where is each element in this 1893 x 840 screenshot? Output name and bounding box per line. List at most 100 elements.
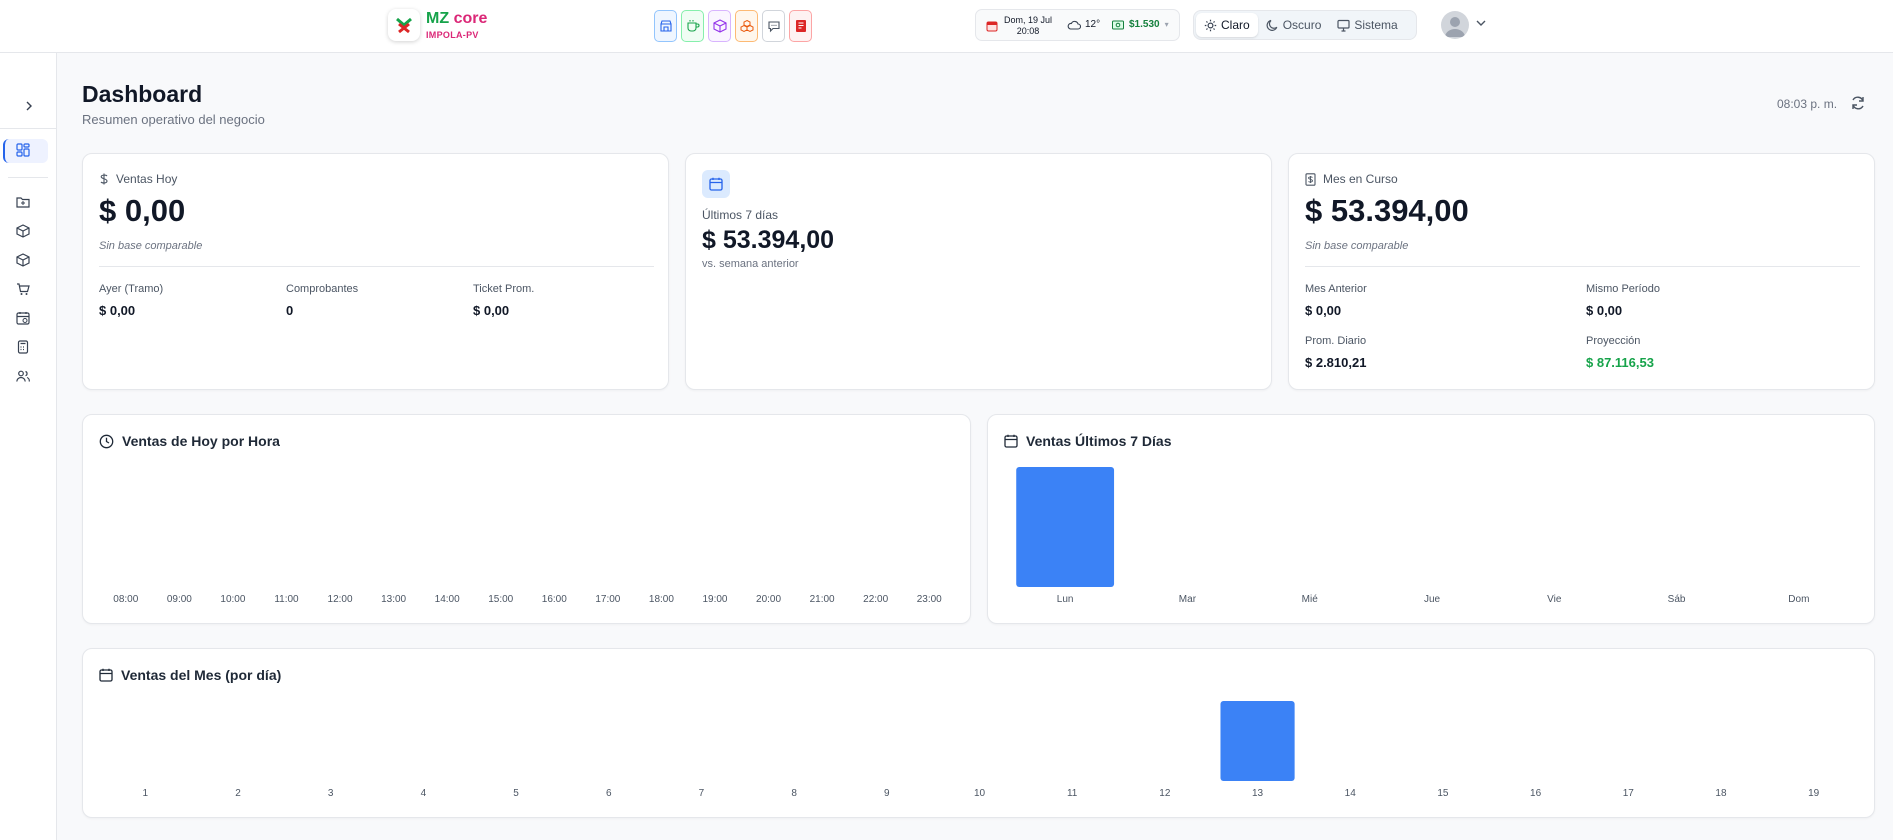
kpi-card-today: Ventas Hoy $ 0,00 Sin base comparable Ay… — [82, 153, 669, 390]
kpi-today-value: $ 0,00 — [99, 193, 186, 228]
stat-value: $ 0,00 — [473, 303, 510, 318]
stat-label: Proyección — [1586, 335, 1641, 347]
theme-light-button[interactable]: Claro — [1196, 13, 1258, 37]
kpi-month-value: $ 53.394,00 — [1305, 193, 1469, 228]
refresh-icon[interactable] — [1850, 95, 1866, 111]
tick-label: 21:00 — [810, 594, 835, 605]
tick-label: 2 — [235, 788, 241, 799]
tick-label: 6 — [606, 788, 612, 799]
bar-Lun[interactable] — [1016, 467, 1115, 587]
tick-label: 5 — [513, 788, 519, 799]
bar-13[interactable] — [1220, 701, 1295, 781]
tick-label: 08:00 — [113, 594, 138, 605]
brand-subtitle: IMPOLA-PV — [426, 30, 479, 40]
sun-icon — [1204, 19, 1217, 31]
quick-app-button-box[interactable] — [708, 10, 731, 42]
weekly-sales-chart: Lun Mar Mié Jue Vie Sáb Dom — [1016, 467, 1809, 605]
status-chip[interactable]: Dom, 19 Jul 20:08 12° $1.530 ▾ — [975, 9, 1180, 41]
stat-label: Mismo Período — [1586, 283, 1660, 295]
date-text: Dom, 19 Jul 20:08 — [1004, 15, 1053, 36]
sidebar-item-products[interactable] — [14, 222, 32, 240]
tick-label: 4 — [421, 788, 427, 799]
exchange-rate: $1.530 — [1129, 19, 1160, 30]
divider — [1305, 266, 1860, 267]
sidebar-toggle-button[interactable] — [0, 83, 57, 129]
boxes-icon — [740, 19, 753, 33]
page-title: Dashboard — [82, 81, 203, 107]
date-widget: Dom, 19 Jul 20:08 — [986, 15, 1052, 37]
exchange-widget: $1.530 ▾ — [1112, 19, 1169, 30]
user-avatar-icon — [1445, 17, 1465, 37]
tick-label: 16 — [1530, 788, 1542, 799]
quick-apps — [654, 10, 812, 42]
sidebar-item-users[interactable] — [14, 367, 32, 385]
tick-label: 12 — [1159, 788, 1171, 799]
dollar-icon — [100, 173, 108, 185]
tick-label: 18:00 — [649, 594, 674, 605]
store-icon — [659, 20, 672, 32]
kpi-today-label: Ventas Hoy — [99, 172, 177, 186]
moon-icon — [1266, 19, 1278, 31]
temperature: 12° — [1085, 19, 1101, 30]
calendar-icon — [709, 177, 723, 191]
calendar-clock-icon — [16, 312, 30, 325]
kpi-month-note: Sin base comparable — [1305, 240, 1409, 252]
tick-label: 10:00 — [220, 594, 245, 605]
tick-label: Jue — [1424, 594, 1441, 605]
sidebar-item-schedule[interactable] — [14, 309, 32, 327]
theme-system-button[interactable]: Sistema — [1329, 13, 1405, 37]
tick-label: 15 — [1437, 788, 1449, 799]
kpi-card-week: Últimos 7 días $ 53.394,00 vs. semana an… — [685, 153, 1272, 390]
tick-label: 13 — [1252, 788, 1264, 799]
app-logo[interactable] — [388, 9, 420, 41]
chevron-down-icon: ▾ — [1164, 20, 1169, 29]
top-bar: MZ core IMPOLA-PV Dom, 19 Jul 20:08 12° $… — [0, 0, 1893, 53]
stat-value: $ 2.810,21 — [1305, 355, 1367, 370]
sidebar-item-calculator[interactable] — [14, 338, 32, 356]
dashboard-icon — [16, 143, 30, 157]
theme-switcher: Claro Oscuro Sistema — [1193, 10, 1417, 40]
hourly-sales-chart: 08:00 09:00 10:00 11:00 12:00 13:00 14:00 15:00… — [113, 594, 942, 605]
chart-card-weekly: Ventas Últimos 7 Días Lun Mar Mié Jue Vie Sáb… — [987, 414, 1875, 624]
stat-value: 0 — [286, 303, 294, 318]
tick-label: 11:00 — [274, 594, 299, 605]
page-subtitle: Resumen operativo del negocio — [82, 112, 265, 127]
sidebar-item-dashboard[interactable] — [14, 141, 32, 159]
monthly-sales-chart: 1 2 3 4 5 6 7 8 9 10 11 12 13 14 15 16 17 18 19 — [143, 701, 1820, 799]
chevron-down-icon[interactable] — [1475, 17, 1487, 29]
quick-app-button-boxes[interactable] — [735, 10, 758, 42]
sidebar-item-inventory[interactable] — [14, 251, 32, 269]
tick-label: Sáb — [1668, 594, 1686, 605]
box-icon — [712, 19, 727, 33]
kpi-card-month: Mes en Curso $ 53.394,00 Sin base compar… — [1288, 153, 1875, 390]
sidebar-item-folder[interactable] — [14, 193, 32, 211]
stat-label: Mes Anterior — [1305, 283, 1367, 295]
quick-app-button-chat[interactable] — [762, 10, 785, 42]
logo-icon — [396, 17, 412, 34]
tick-label: 16:00 — [542, 594, 567, 605]
receipt-icon — [1305, 172, 1316, 186]
tick-label: 22:00 — [863, 594, 888, 605]
stat-value: $ 87.116,53 — [1586, 355, 1654, 370]
quick-app-button-coffee[interactable] — [681, 10, 704, 42]
kpi-today-note: Sin base comparable — [99, 240, 203, 252]
theme-dark-button[interactable]: Oscuro — [1258, 13, 1330, 37]
tick-label: Mar — [1179, 594, 1197, 605]
calendar-icon — [986, 21, 998, 32]
tick-label: 19:00 — [702, 594, 727, 605]
tick-label: 17 — [1623, 788, 1635, 799]
avatar[interactable] — [1441, 11, 1469, 39]
stat-label: Ticket Prom. — [473, 283, 535, 295]
kpi-week-note: vs. semana anterior — [702, 258, 799, 270]
brand-name: MZ core — [426, 10, 488, 27]
sidebar-item-sales[interactable] — [14, 280, 32, 298]
chevron-right-icon — [26, 101, 32, 110]
quick-app-button-receipt[interactable] — [789, 10, 812, 42]
tick-label: 9 — [884, 788, 890, 799]
cart-icon — [17, 283, 30, 295]
tick-label: 17:00 — [595, 594, 620, 605]
tick-label: 12:00 — [328, 594, 353, 605]
tick-label: 10 — [974, 788, 986, 799]
box-icon — [16, 224, 30, 238]
quick-app-button-store[interactable] — [654, 10, 677, 42]
